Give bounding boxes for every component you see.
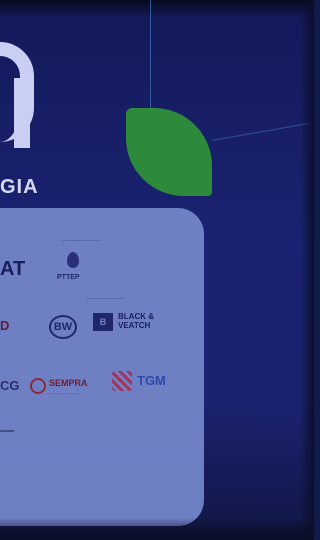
pttep-drop-icon <box>67 252 79 268</box>
bottom-edge-shadow <box>0 518 314 540</box>
black-veatch-mark: B <box>93 313 113 331</box>
brand-logo-letter-stem <box>14 78 30 148</box>
green-leaf-shape <box>126 108 212 196</box>
top-shadow <box>0 0 314 18</box>
tgm-stripe-icon <box>112 371 132 391</box>
decorative-line-horizontal <box>211 122 313 141</box>
sponsor-logo-tgm: TGM <box>137 373 166 388</box>
sponsor-logo-at: AT <box>0 258 26 280</box>
conference-backdrop-photo: GIA AT D CG ——————— ——————— PTTEP BW B B… <box>0 0 314 540</box>
event-subtitle: GIA <box>0 176 39 198</box>
sponsor-panel <box>0 208 204 526</box>
sponsor-logo-sempra: SEMPRA <box>49 378 88 388</box>
panel-dash <box>0 430 14 432</box>
sponsor-logo-black-veatch: BLACK & VEATCH <box>118 312 154 330</box>
sponsor-caption-line: ——————— <box>49 390 81 395</box>
sponsor-logo-d: D <box>0 318 10 333</box>
sempra-circle-icon <box>30 378 46 394</box>
sponsor-logo-cg: CG <box>0 378 20 393</box>
sponsor-caption-line: ——————— <box>62 238 101 244</box>
decorative-line-vertical <box>150 0 151 110</box>
right-edge-shadow <box>300 0 314 540</box>
sponsor-logo-bw: BW <box>49 315 77 339</box>
sponsor-caption-line: ——————— <box>86 296 125 302</box>
sponsor-logo-pttep: PTTEP <box>57 274 80 281</box>
